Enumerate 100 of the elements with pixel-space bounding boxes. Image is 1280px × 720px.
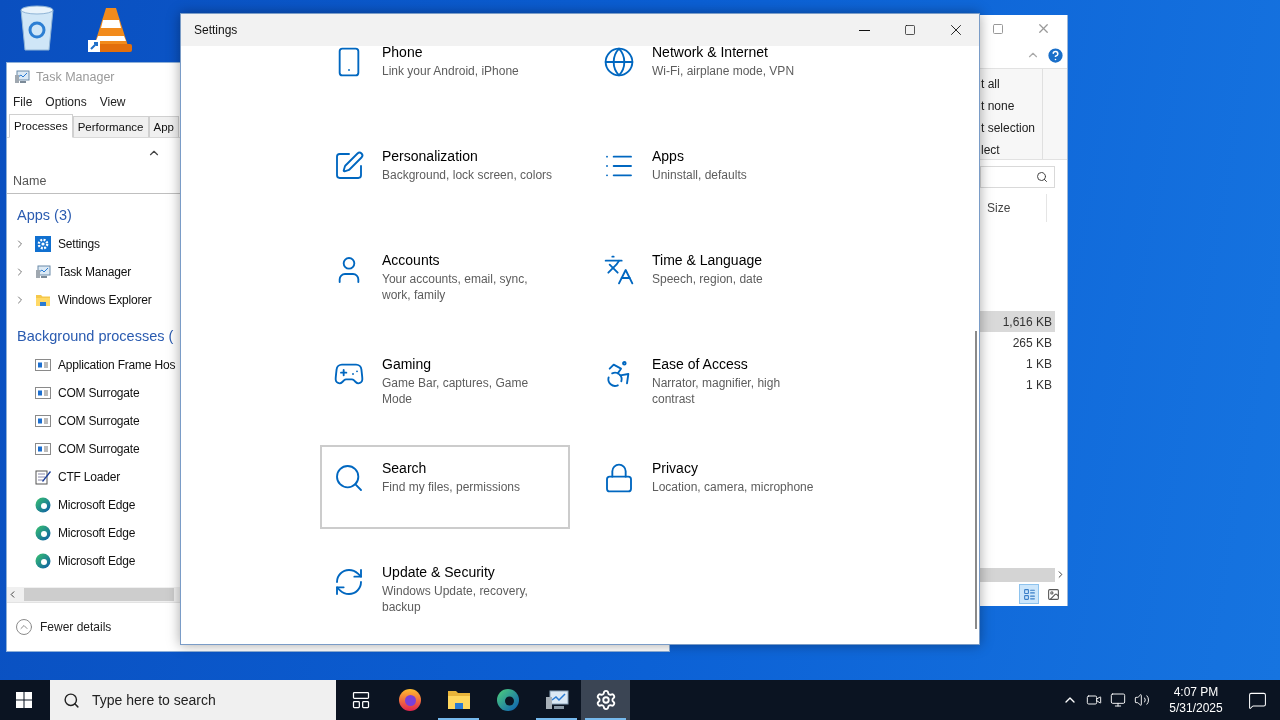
process-name: Application Frame Hos xyxy=(58,358,176,372)
globe-icon xyxy=(603,46,635,78)
camera-icon xyxy=(1086,692,1102,708)
folder-icon xyxy=(446,689,471,711)
settings-category[interactable]: Search Find my files, permissions xyxy=(320,445,570,529)
group-header: Apps (3) xyxy=(17,207,72,223)
speech-bubble-icon xyxy=(1247,690,1267,710)
category-description: Wi-Fi, airplane mode, VPN xyxy=(652,63,795,79)
window-icon xyxy=(35,442,51,456)
settings-category[interactable]: Time & Language Speech, region, date xyxy=(590,237,840,321)
file-size[interactable]: 265 KB xyxy=(980,332,1055,353)
monitor-icon xyxy=(544,689,569,711)
clock-date[interactable]: 5/31/2025 xyxy=(1169,700,1223,716)
minimize-icon xyxy=(858,29,870,31)
category-title: Search xyxy=(382,459,428,477)
fewer-details-link[interactable]: Fewer details xyxy=(40,620,112,634)
fox-globe-icon xyxy=(397,688,422,712)
settings-category[interactable]: Privacy Location, camera, microphone xyxy=(590,445,840,529)
network-icon xyxy=(1110,692,1126,708)
monitor-icon xyxy=(14,69,30,85)
category-description: Narrator, magnifier, high contrast xyxy=(652,375,781,407)
process-name: COM Surrogate xyxy=(58,442,140,456)
settings-category[interactable]: Ease of Access Narrator, magnifier, high contrast xyxy=(590,341,840,425)
settings-category[interactable]: Personalization Background, lock screen, colors xyxy=(320,133,570,217)
window-title: Task Manager xyxy=(36,70,115,84)
gear-icon xyxy=(594,689,617,711)
gear-icon xyxy=(35,236,51,252)
category-title: Update & Security xyxy=(382,563,496,581)
column-header[interactable]: Name xyxy=(13,173,47,188)
window-title: Settings xyxy=(194,23,239,37)
process-name: Microsoft Edge xyxy=(58,554,136,568)
category-title: Privacy xyxy=(652,459,699,477)
maximize-icon[interactable] xyxy=(992,22,1004,35)
menu-item[interactable]: Options xyxy=(45,95,87,109)
tab[interactable]: Performance xyxy=(72,116,149,137)
taskbar-button[interactable] xyxy=(581,680,630,720)
search-icon xyxy=(63,691,80,709)
details-view-button[interactable] xyxy=(1019,584,1039,604)
edge-icon xyxy=(35,525,51,541)
ribbon-item[interactable]: lect xyxy=(981,139,1000,161)
category-title: Gaming xyxy=(382,355,433,373)
menu-item[interactable]: View xyxy=(99,95,126,109)
category-title: Network & Internet xyxy=(652,46,769,61)
scrollbar-thumb[interactable] xyxy=(980,567,1055,582)
lock-icon xyxy=(603,462,635,494)
category-title: Apps xyxy=(652,147,685,165)
menu-item[interactable]: File xyxy=(13,95,33,109)
process-name: COM Surrogate xyxy=(58,414,140,428)
file-size[interactable]: 1,616 KB xyxy=(980,311,1055,332)
category-description: Speech, region, date xyxy=(652,271,763,287)
folder-icon xyxy=(35,292,51,308)
ribbon-item[interactable]: t selection xyxy=(981,117,1036,139)
file-size[interactable]: 1 KB xyxy=(980,353,1055,374)
category-title: Personalization xyxy=(382,147,479,165)
category-title: Phone xyxy=(382,46,424,61)
ribbon-item[interactable]: t all xyxy=(981,73,1000,95)
close-icon[interactable] xyxy=(1036,21,1051,36)
refresh-arrows-icon xyxy=(333,566,365,598)
category-description: Link your Android, iPhone xyxy=(382,63,519,79)
notepad-pen-icon xyxy=(35,469,51,485)
language-icon xyxy=(603,254,635,286)
tab[interactable]: App xyxy=(148,116,179,137)
category-description: Game Bar, captures, Game Mode xyxy=(382,375,529,407)
process-name: COM Surrogate xyxy=(58,386,140,400)
group-header: Background processes ( xyxy=(17,328,174,344)
process-name: Task Manager xyxy=(58,265,131,279)
search-field[interactable] xyxy=(980,166,1055,188)
settings-category[interactable]: Apps Uninstall, defaults xyxy=(590,133,840,217)
file-size[interactable]: 1 KB xyxy=(980,374,1055,395)
settings-category[interactable]: Phone Link your Android, iPhone xyxy=(320,46,570,113)
process-name: Windows Explorer xyxy=(58,293,152,307)
category-description: Background, lock screen, colors xyxy=(382,167,553,183)
edge-icon xyxy=(35,497,51,513)
details-list-icon xyxy=(1022,587,1036,601)
settings-category[interactable]: Network & Internet Wi-Fi, airplane mode, VPN xyxy=(590,46,840,113)
search-icon xyxy=(1036,171,1048,183)
category-description: Find my files, permissions xyxy=(382,479,521,495)
image-icon xyxy=(1046,587,1060,601)
category-description: Uninstall, defaults xyxy=(652,167,747,183)
tab[interactable]: Processes xyxy=(9,114,73,138)
scrollbar-thumb[interactable] xyxy=(975,331,977,629)
help-icon[interactable] xyxy=(1046,45,1065,65)
collapse-icon[interactable] xyxy=(15,618,33,636)
ribbon-item[interactable]: t none xyxy=(981,95,1015,117)
clock-time[interactable]: 4:07 PM xyxy=(1173,684,1219,700)
process-name: Microsoft Edge xyxy=(58,526,136,540)
process-name: Settings xyxy=(58,237,100,251)
settings-category[interactable]: Gaming Game Bar, captures, Game Mode xyxy=(320,341,570,425)
process-name: Microsoft Edge xyxy=(58,498,136,512)
category-description: Your accounts, email, sync, work, family xyxy=(382,271,528,303)
scrollbar-thumb[interactable] xyxy=(24,588,174,601)
category-title: Accounts xyxy=(382,251,441,269)
settings-category[interactable]: Update & Security Windows Update, recovery, backup xyxy=(320,549,570,633)
category-title: Ease of Access xyxy=(652,355,749,373)
monitor-icon xyxy=(35,264,51,280)
settings-category[interactable]: Accounts Your accounts, email, sync, work, family xyxy=(320,237,570,321)
window-icon xyxy=(35,386,51,400)
category-description: Location, camera, microphone xyxy=(652,479,814,495)
maximize-icon xyxy=(904,24,916,36)
search-field[interactable]: Type here to search xyxy=(50,680,336,720)
